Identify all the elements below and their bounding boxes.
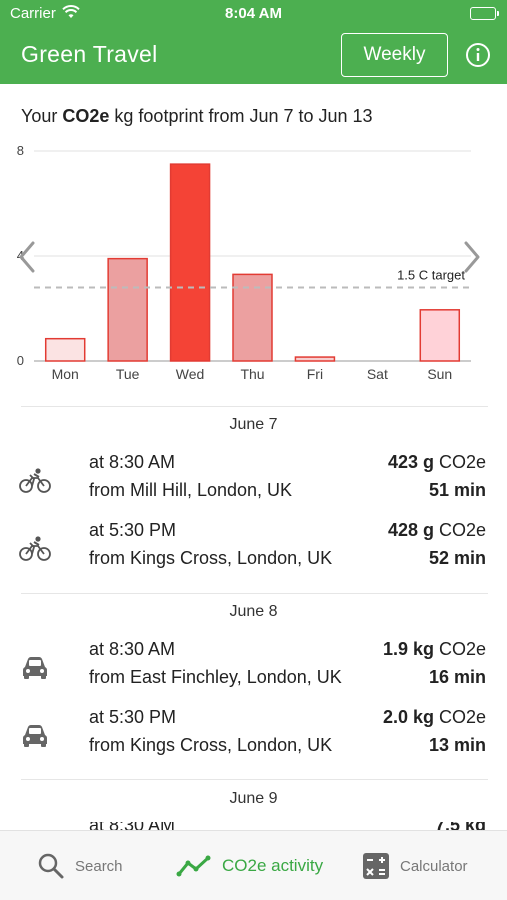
status-bar: Carrier 8:04 AM [0,0,507,28]
chevron-right-icon[interactable] [464,241,480,273]
trip-emission-value: 1.9 kg [382,639,434,659]
section-divider [21,406,488,407]
trip-emission-unit: CO2e [433,639,486,659]
trip-emission-value: 2.0 kg [382,707,434,727]
tab-co2e-activity[interactable]: CO2e activity [176,849,323,883]
calculator-icon [363,853,389,879]
trip-row[interactable]: at 8:30 AM from East Finchley, London, UK… [0,639,507,699]
activity-chart-icon [176,855,211,877]
trip-duration: 52 min [428,548,486,568]
trip-origin: from Kings Cross, London, UK [89,735,333,755]
tab-search-label: Search [75,857,123,875]
heading-suffix: kg footprint from Jun 7 to Jun 13 [109,106,373,126]
trip-duration: 13 min [428,735,486,755]
trip-emission: 1.9 kg CO2e [383,639,486,660]
date-header: June 8 [229,603,278,620]
trip-origin: from Kings Cross, London, UK [89,548,333,568]
trip-emission: 428 g CO2e [388,520,486,541]
bicycle-icon [19,466,51,494]
trip-row[interactable]: at 5:30 PM from Kings Cross, London, UK 42… [0,520,507,580]
trip-time: at 5:30 PM [89,520,177,540]
trip-time: at 8:30 AM [89,452,176,472]
trip-time: at 8:30 AM [89,639,176,659]
car-icon [19,653,51,681]
bar-mon [44,337,86,362]
search-icon [38,853,64,879]
date-header: June 9 [229,790,278,807]
screen: Carrier 8:04 AM Green Travel Weekly Your… [0,0,507,900]
info-icon[interactable] [465,42,491,68]
x-tick-label: Thu [240,366,264,382]
trip-emission-unit: CO2e [433,452,486,472]
x-tick-label: Tue [116,366,140,382]
bar-sun [419,309,461,362]
trip-emission-unit: CO2e [433,520,486,540]
footprint-heading: Your CO2e kg footprint from Jun 7 to Jun… [21,106,373,127]
x-tick-label: Sat [367,366,388,382]
y-tick-label: 0 [17,353,24,368]
car-icon [19,721,51,749]
tab-activity-label: CO2e activity [222,856,324,875]
tab-calculator[interactable]: Calculator [362,849,468,883]
x-tick-label: Fri [307,366,323,382]
trip-row[interactable]: at 5:30 PM from Kings Cross, London, UK 2.… [0,707,507,767]
trip-emission-value: 423 g [387,452,434,472]
tab-bar: Search CO2e activity Calculator [0,830,507,900]
trip-emission-value: 428 g [387,520,434,540]
section-divider [21,593,488,594]
trip-duration: 51 min [428,480,486,500]
x-tick-label: Sun [427,366,452,382]
trip-emission: 2.0 kg CO2e [383,707,486,728]
y-tick-label: 8 [17,143,24,158]
bar-tue [107,257,148,362]
clock: 8:04 AM [225,5,282,22]
trip-origin: from East Finchley, London, UK [89,667,342,687]
bar-wed [169,163,211,362]
date-header: June 7 [229,416,278,433]
weekly-bar-chart: 048Mon Tue Wed Thu Fri Sat Sun1.5 C target [17,143,480,382]
trip-origin: from Mill Hill, London, UK [89,480,293,500]
heading-bold: CO2e [62,106,110,126]
app-title: Green Travel [21,41,158,67]
battery-icon [470,7,499,20]
x-tick-label: Wed [176,366,205,382]
section-divider [21,779,488,780]
tab-search[interactable]: Search [37,849,123,883]
app-header: Green Travel Weekly [0,28,507,84]
trip-emission: 423 g CO2e [388,452,486,473]
bar-fri [294,356,336,362]
trip-duration: 16 min [428,667,486,687]
x-tick-label: Mon [52,366,79,382]
trip-emission-unit: CO2e [433,707,486,727]
trip-row[interactable]: at 8:30 AM from Mill Hill, London, UK 423 … [0,452,507,512]
target-label: 1.5 C target [397,268,465,283]
tab-calculator-label: Calculator [400,857,468,875]
trip-time: at 5:30 PM [89,707,177,727]
bicycle-icon [19,534,51,562]
heading-prefix: Your [21,106,63,126]
weekly-button[interactable]: Weekly [341,33,448,77]
